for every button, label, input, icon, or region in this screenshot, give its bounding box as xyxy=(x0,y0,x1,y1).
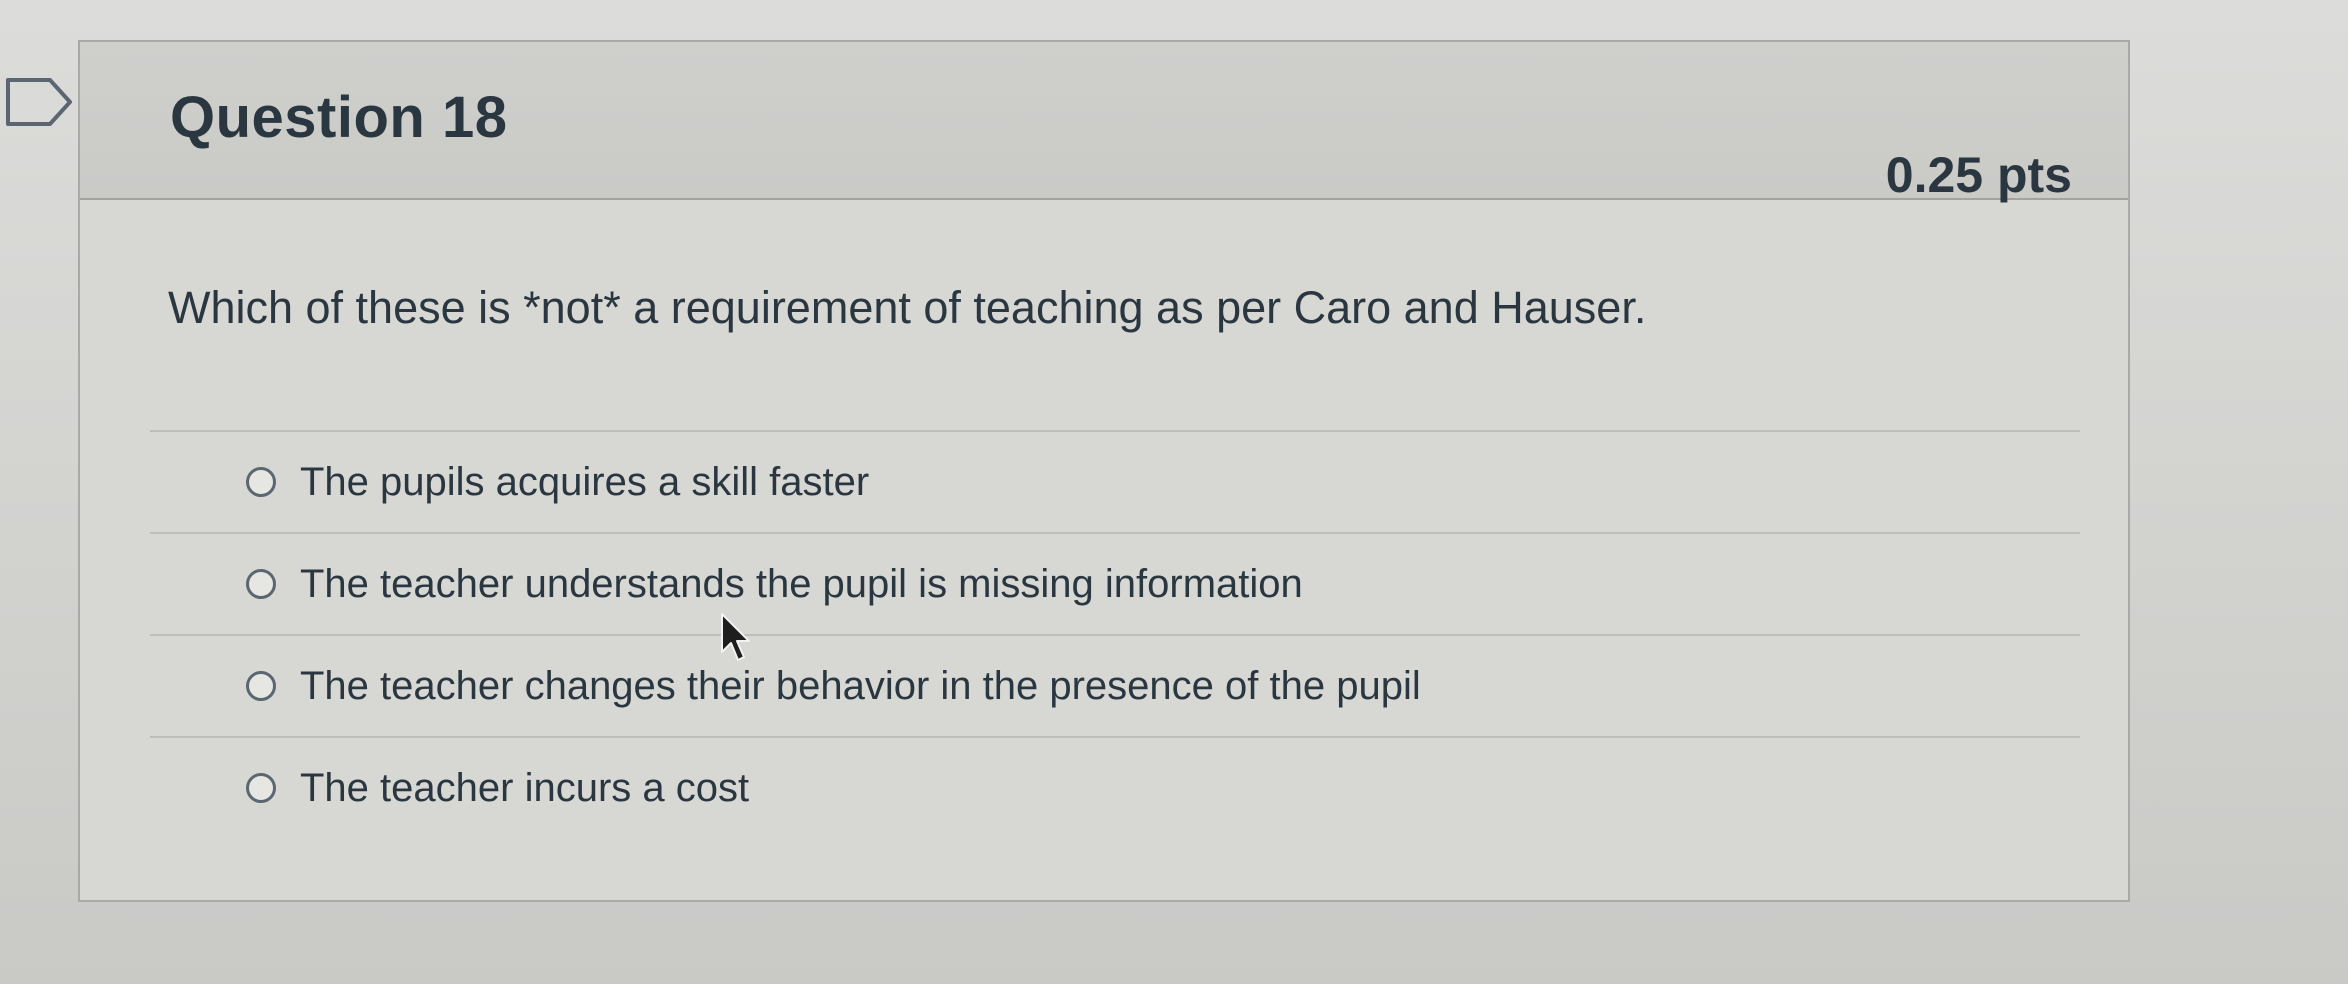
answer-option-4[interactable]: The teacher incurs a cost xyxy=(150,736,2080,838)
question-card: Question 18 0.25 pts Which of these is *… xyxy=(78,40,2130,902)
question-header: Question 18 0.25 pts xyxy=(80,42,2128,203)
question-title: Question 18 xyxy=(170,85,508,150)
answer-label[interactable]: The teacher understands the pupil is mis… xyxy=(300,562,1303,607)
radio-button[interactable] xyxy=(246,569,276,599)
question-points: 0.25 pts xyxy=(1885,147,2072,203)
answer-option-2[interactable]: The teacher understands the pupil is mis… xyxy=(150,532,2080,634)
answer-label[interactable]: The teacher incurs a cost xyxy=(300,766,749,811)
answer-label[interactable]: The teacher changes their behavior in th… xyxy=(300,664,1421,709)
radio-button[interactable] xyxy=(246,467,276,497)
answer-option-1[interactable]: The pupils acquires a skill faster xyxy=(150,430,2080,532)
answer-list: The pupils acquires a skill faster The t… xyxy=(150,430,2080,838)
mouse-pointer-icon xyxy=(721,613,750,661)
radio-button[interactable] xyxy=(246,671,276,701)
answer-label[interactable]: The pupils acquires a skill faster xyxy=(300,460,869,505)
radio-button[interactable] xyxy=(246,773,276,803)
flag-question-icon[interactable] xyxy=(4,74,76,130)
question-text: Which of these is *not* a requirement of… xyxy=(168,282,1647,333)
answer-option-3[interactable]: The teacher changes their behavior in th… xyxy=(150,634,2080,736)
